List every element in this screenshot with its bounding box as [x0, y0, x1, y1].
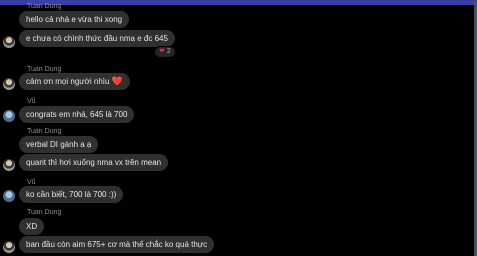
avatar[interactable]: [3, 241, 15, 253]
message-bubble[interactable]: ko cần biết, 700 là 700 :)): [19, 186, 124, 203]
message-bubble[interactable]: XD: [19, 218, 45, 235]
heart-icon: ❤: [159, 48, 165, 55]
avatar[interactable]: [3, 36, 15, 48]
message-bubble[interactable]: verbal DI gánh a ạ: [19, 136, 99, 153]
reaction-badge[interactable]: ❤ 2: [154, 46, 176, 58]
sender-name: Vũ: [27, 98, 36, 105]
avatar[interactable]: [3, 78, 15, 90]
top-accent-bar: [0, 0, 477, 5]
avatar[interactable]: [3, 190, 15, 202]
message-bubble[interactable]: congrats em nhá, 645 là 700: [19, 106, 135, 123]
heart-icon: ❤️: [111, 76, 123, 86]
sender-name: Tuan Dung: [27, 209, 62, 216]
message-bubble[interactable]: quant thì hơi xuống nma vx trên mean: [19, 154, 169, 171]
sender-name: Tuan Dung: [27, 128, 62, 135]
message-bubble[interactable]: hello cả nhà e vừa thi xong: [19, 11, 130, 28]
message-bubble[interactable]: ban đầu còn aim 675+ cơ mà thế chắc ko q…: [19, 236, 215, 253]
sender-name: Tuan Dung: [27, 3, 62, 10]
message-bubble[interactable]: e chưa có chính thức đầu nma e đc 645: [19, 30, 175, 47]
avatar[interactable]: [3, 110, 15, 122]
message-text: cảm ơn mọi người nhìu: [26, 77, 110, 86]
reaction-count: 2: [166, 48, 171, 55]
avatar[interactable]: [3, 159, 15, 171]
message-bubble[interactable]: cảm ơn mọi người nhìu ❤️: [19, 73, 130, 90]
